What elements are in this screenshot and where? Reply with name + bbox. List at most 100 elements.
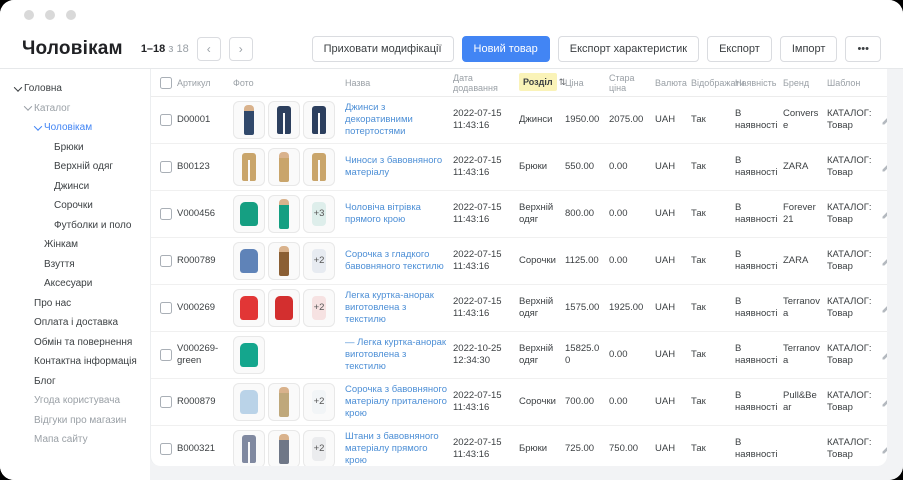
sidebar-item[interactable]: Оплата і доставка <box>0 313 150 333</box>
column-header-name[interactable]: Назва <box>345 78 453 88</box>
product-photo[interactable] <box>233 336 265 374</box>
pagination-prev-button[interactable]: ‹ <box>197 37 221 61</box>
column-header-template[interactable]: Шаблон <box>827 78 881 88</box>
cell-brand: Forever 21 <box>783 202 827 226</box>
cell-photos: +3 <box>233 195 345 233</box>
sidebar-item[interactable]: Аксесуари <box>0 274 150 294</box>
product-photo[interactable] <box>268 242 300 280</box>
window-dot-icon[interactable] <box>66 10 76 20</box>
product-name-link[interactable]: Джинси з декоративними потертостями <box>345 102 413 137</box>
edit-icon[interactable] <box>881 396 887 408</box>
edit-icon[interactable] <box>881 349 887 361</box>
product-name-link[interactable]: — Легка куртка-анорак виготовлена з текс… <box>345 337 446 372</box>
sidebar-item[interactable]: Сорочки <box>0 196 150 216</box>
more-photos-badge[interactable]: +3 <box>303 195 335 233</box>
product-photo[interactable] <box>303 148 335 186</box>
product-photo[interactable] <box>233 195 265 233</box>
window-dot-icon[interactable] <box>24 10 34 20</box>
column-header-brand[interactable]: Бренд <box>783 78 827 88</box>
product-photo[interactable] <box>268 383 300 421</box>
sidebar-item-label: Чоловікам <box>44 122 92 133</box>
column-header-date[interactable]: Дата додавання <box>453 73 519 93</box>
select-all-checkbox[interactable] <box>160 77 172 89</box>
edit-icon[interactable] <box>881 161 887 173</box>
more-photos-badge[interactable]: +2 <box>303 430 335 466</box>
sidebar-item[interactable]: Джинси <box>0 177 150 197</box>
product-name-link[interactable]: Штани з бавовняного матеріалу прямого кр… <box>345 431 439 466</box>
row-checkbox[interactable] <box>160 443 172 455</box>
hide-modifications-button[interactable]: Приховати модифікації <box>312 36 454 62</box>
product-photo[interactable] <box>233 242 265 280</box>
product-photo[interactable] <box>268 289 300 327</box>
row-checkbox[interactable] <box>160 349 172 361</box>
column-header-section[interactable]: Розділ⇅ <box>519 77 565 88</box>
product-photo[interactable] <box>233 148 265 186</box>
product-photo[interactable] <box>268 430 300 466</box>
product-photo[interactable] <box>268 148 300 186</box>
product-photo[interactable] <box>233 289 265 327</box>
cell-template: КАТАЛОГ:Товар <box>827 437 881 461</box>
product-photo[interactable] <box>303 101 335 139</box>
product-photo[interactable] <box>268 195 300 233</box>
product-name-link[interactable]: Чиноси з бавовняного матеріалу <box>345 155 442 178</box>
column-header-price[interactable]: Ціна <box>565 78 609 88</box>
sidebar-item[interactable]: Обмін та повернення <box>0 333 150 353</box>
edit-icon[interactable] <box>881 114 887 126</box>
more-photos-badge[interactable]: +2 <box>303 289 335 327</box>
sidebar-item[interactable]: Головна <box>0 79 150 99</box>
cell-price: 800.00 <box>565 208 609 220</box>
cell-date: 2022-07-1511:43:16 <box>453 390 519 414</box>
column-header-currency[interactable]: Валюта <box>655 78 691 88</box>
product-photo[interactable] <box>233 430 265 466</box>
row-checkbox[interactable] <box>160 161 172 173</box>
edit-icon[interactable] <box>881 443 887 455</box>
template-label: КАТАЛОГ: <box>827 437 876 449</box>
sorted-column-label[interactable]: Розділ <box>519 73 557 91</box>
product-photo[interactable] <box>233 383 265 421</box>
more-photos-badge[interactable]: +2 <box>303 242 335 280</box>
sidebar-item[interactable]: Брюки <box>0 138 150 158</box>
sidebar-item[interactable]: Контактна інформація <box>0 352 150 372</box>
cell-photos: +2 <box>233 242 345 280</box>
chevron-down-icon <box>22 105 34 111</box>
sidebar-item-label: Джинси <box>54 181 89 192</box>
window-dot-icon[interactable] <box>45 10 55 20</box>
product-name-link[interactable]: Сорочка з бавовняного матеріалу притален… <box>345 384 447 419</box>
product-name-link[interactable]: Сорочка з гладкого бавовняного текстилю <box>345 249 444 272</box>
column-header-availability[interactable]: Наявність <box>735 78 783 88</box>
new-product-button[interactable]: Новий товар <box>462 36 550 62</box>
column-header-photo[interactable]: Фото <box>233 78 345 88</box>
sidebar-item[interactable]: Відгуки про магазин <box>0 411 150 431</box>
product-photo[interactable] <box>233 101 265 139</box>
edit-icon[interactable] <box>881 302 887 314</box>
sidebar-item[interactable]: Угода користувача <box>0 391 150 411</box>
sidebar-item[interactable]: Мапа сайту <box>0 430 150 450</box>
import-button[interactable]: Імпорт <box>780 36 838 62</box>
sidebar-item[interactable]: Верхній одяг <box>0 157 150 177</box>
sidebar-item[interactable]: Про нас <box>0 294 150 314</box>
sidebar-item[interactable]: Чоловікам <box>0 118 150 138</box>
export-button[interactable]: Експорт <box>707 36 772 62</box>
product-name-link[interactable]: Чоловіча вітрівка прямого крою <box>345 202 421 225</box>
export-characteristics-button[interactable]: Експорт характеристик <box>558 36 699 62</box>
edit-icon[interactable] <box>881 255 887 267</box>
column-header-article[interactable]: Артикул <box>177 78 233 88</box>
row-checkbox[interactable] <box>160 396 172 408</box>
column-header-old-price[interactable]: Стара ціна <box>609 73 655 93</box>
row-checkbox[interactable] <box>160 302 172 314</box>
row-checkbox[interactable] <box>160 114 172 126</box>
more-actions-button[interactable]: ••• <box>845 36 881 62</box>
pagination-next-button[interactable]: › <box>229 37 253 61</box>
row-checkbox[interactable] <box>160 255 172 267</box>
sidebar-item[interactable]: Взуття <box>0 255 150 275</box>
product-name-link[interactable]: Легка куртка-анорак виготовлена з тексти… <box>345 290 434 325</box>
row-checkbox[interactable] <box>160 208 172 220</box>
column-header-display[interactable]: Відображати <box>691 78 735 88</box>
sidebar-item[interactable]: Жінкам <box>0 235 150 255</box>
product-photo[interactable] <box>268 101 300 139</box>
sidebar-item[interactable]: Футболки и поло <box>0 216 150 236</box>
more-photos-badge[interactable]: +2 <box>303 383 335 421</box>
sidebar-item[interactable]: Каталог <box>0 99 150 119</box>
sidebar-item[interactable]: Блог <box>0 372 150 392</box>
edit-icon[interactable] <box>881 208 887 220</box>
